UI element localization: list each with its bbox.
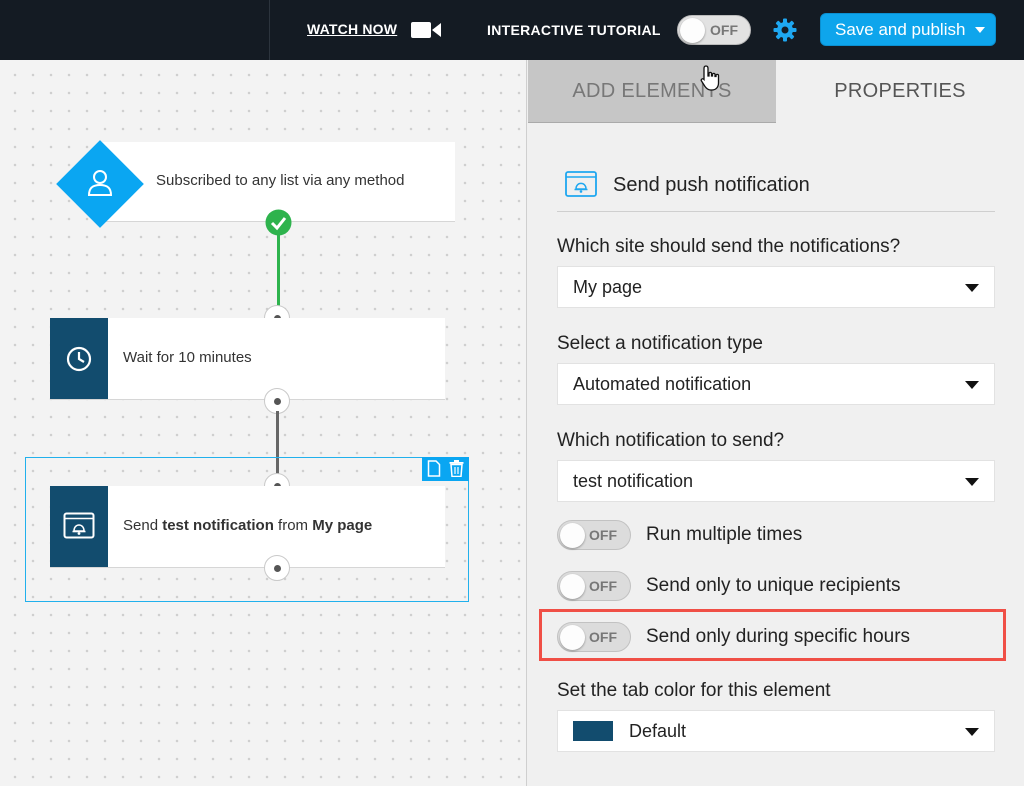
push-notification-icon bbox=[565, 171, 597, 197]
tab-color-value: Default bbox=[629, 721, 687, 741]
chevron-down-icon bbox=[965, 728, 979, 736]
send-prefix: Send bbox=[123, 517, 163, 534]
site-question-label: Which site should send the notifications… bbox=[557, 236, 901, 257]
save-and-publish-button[interactable]: Save and publish bbox=[820, 13, 996, 46]
chevron-down-icon bbox=[975, 27, 985, 33]
tab-add-elements[interactable]: ADD ELEMENTS bbox=[528, 60, 776, 123]
clock-icon bbox=[66, 346, 92, 372]
chevron-down-icon bbox=[965, 284, 979, 292]
site-select-value: My page bbox=[573, 277, 643, 297]
highlight-box bbox=[539, 609, 1006, 661]
interactive-tutorial-label: INTERACTIVE TUTORIAL bbox=[487, 22, 661, 38]
toggle-state: OFF bbox=[589, 527, 617, 543]
wait-node[interactable]: Wait for 10 minutes bbox=[50, 318, 445, 400]
unique-recipients-label: Send only to unique recipients bbox=[646, 575, 901, 596]
save-and-publish-label: Save and publish bbox=[835, 20, 966, 39]
tab-color-label: Set the tab color for this element bbox=[557, 680, 831, 701]
trash-icon[interactable] bbox=[449, 460, 464, 477]
gear-icon[interactable] bbox=[773, 18, 797, 42]
which-notification-label: Which notification to send? bbox=[557, 430, 785, 451]
unique-recipients-toggle[interactable]: OFF bbox=[557, 571, 631, 601]
tab-properties[interactable]: PROPERTIES bbox=[776, 60, 1024, 123]
watch-now-link[interactable]: WATCH NOW bbox=[307, 21, 397, 37]
user-icon bbox=[87, 170, 113, 196]
site-select[interactable]: My page bbox=[557, 266, 995, 308]
heading-divider bbox=[557, 211, 995, 212]
send-node-text: Send test notification from My page bbox=[123, 517, 372, 534]
wait-text: Wait for 10 minutes bbox=[123, 349, 252, 366]
hand-cursor-icon bbox=[700, 65, 720, 91]
chevron-down-icon bbox=[965, 381, 979, 389]
chevron-down-icon bbox=[965, 478, 979, 486]
properties-panel bbox=[527, 60, 1024, 786]
tab-color-select[interactable]: Default bbox=[557, 710, 995, 752]
check-circle-icon bbox=[265, 209, 292, 236]
notification-type-label: Select a notification type bbox=[557, 333, 763, 354]
color-swatch bbox=[573, 721, 613, 741]
run-multiple-times-toggle[interactable]: OFF bbox=[557, 520, 631, 550]
toggle-state: OFF bbox=[710, 22, 738, 38]
duplicate-icon[interactable] bbox=[427, 460, 441, 477]
which-notification-value: test notification bbox=[573, 471, 694, 491]
which-notification-select[interactable]: test notification bbox=[557, 460, 995, 502]
send-middle: from bbox=[273, 517, 313, 534]
send-site-name: My page bbox=[312, 517, 373, 534]
toggle-knob bbox=[560, 523, 585, 548]
toggle-knob bbox=[560, 574, 585, 599]
connector-point[interactable] bbox=[264, 555, 290, 581]
toggle-state: OFF bbox=[589, 578, 617, 594]
panel-heading: Send push notification bbox=[613, 174, 810, 196]
notification-type-select[interactable]: Automated notification bbox=[557, 363, 995, 405]
interactive-tutorial-toggle[interactable]: OFF bbox=[677, 15, 751, 45]
topbar-divider bbox=[269, 0, 270, 60]
notification-type-value: Automated notification bbox=[573, 374, 752, 394]
run-multiple-times-label: Run multiple times bbox=[646, 524, 803, 545]
toggle-knob bbox=[680, 18, 705, 43]
send-notification-node[interactable]: Send test notification from My page bbox=[50, 486, 445, 568]
send-notification-name: test notification bbox=[162, 517, 274, 534]
trigger-text: Subscribed to any list via any method bbox=[156, 172, 405, 189]
connector-line-success bbox=[277, 234, 280, 306]
push-notification-icon bbox=[63, 512, 95, 539]
video-camera-icon[interactable] bbox=[411, 20, 441, 40]
tab-underline bbox=[528, 122, 776, 123]
